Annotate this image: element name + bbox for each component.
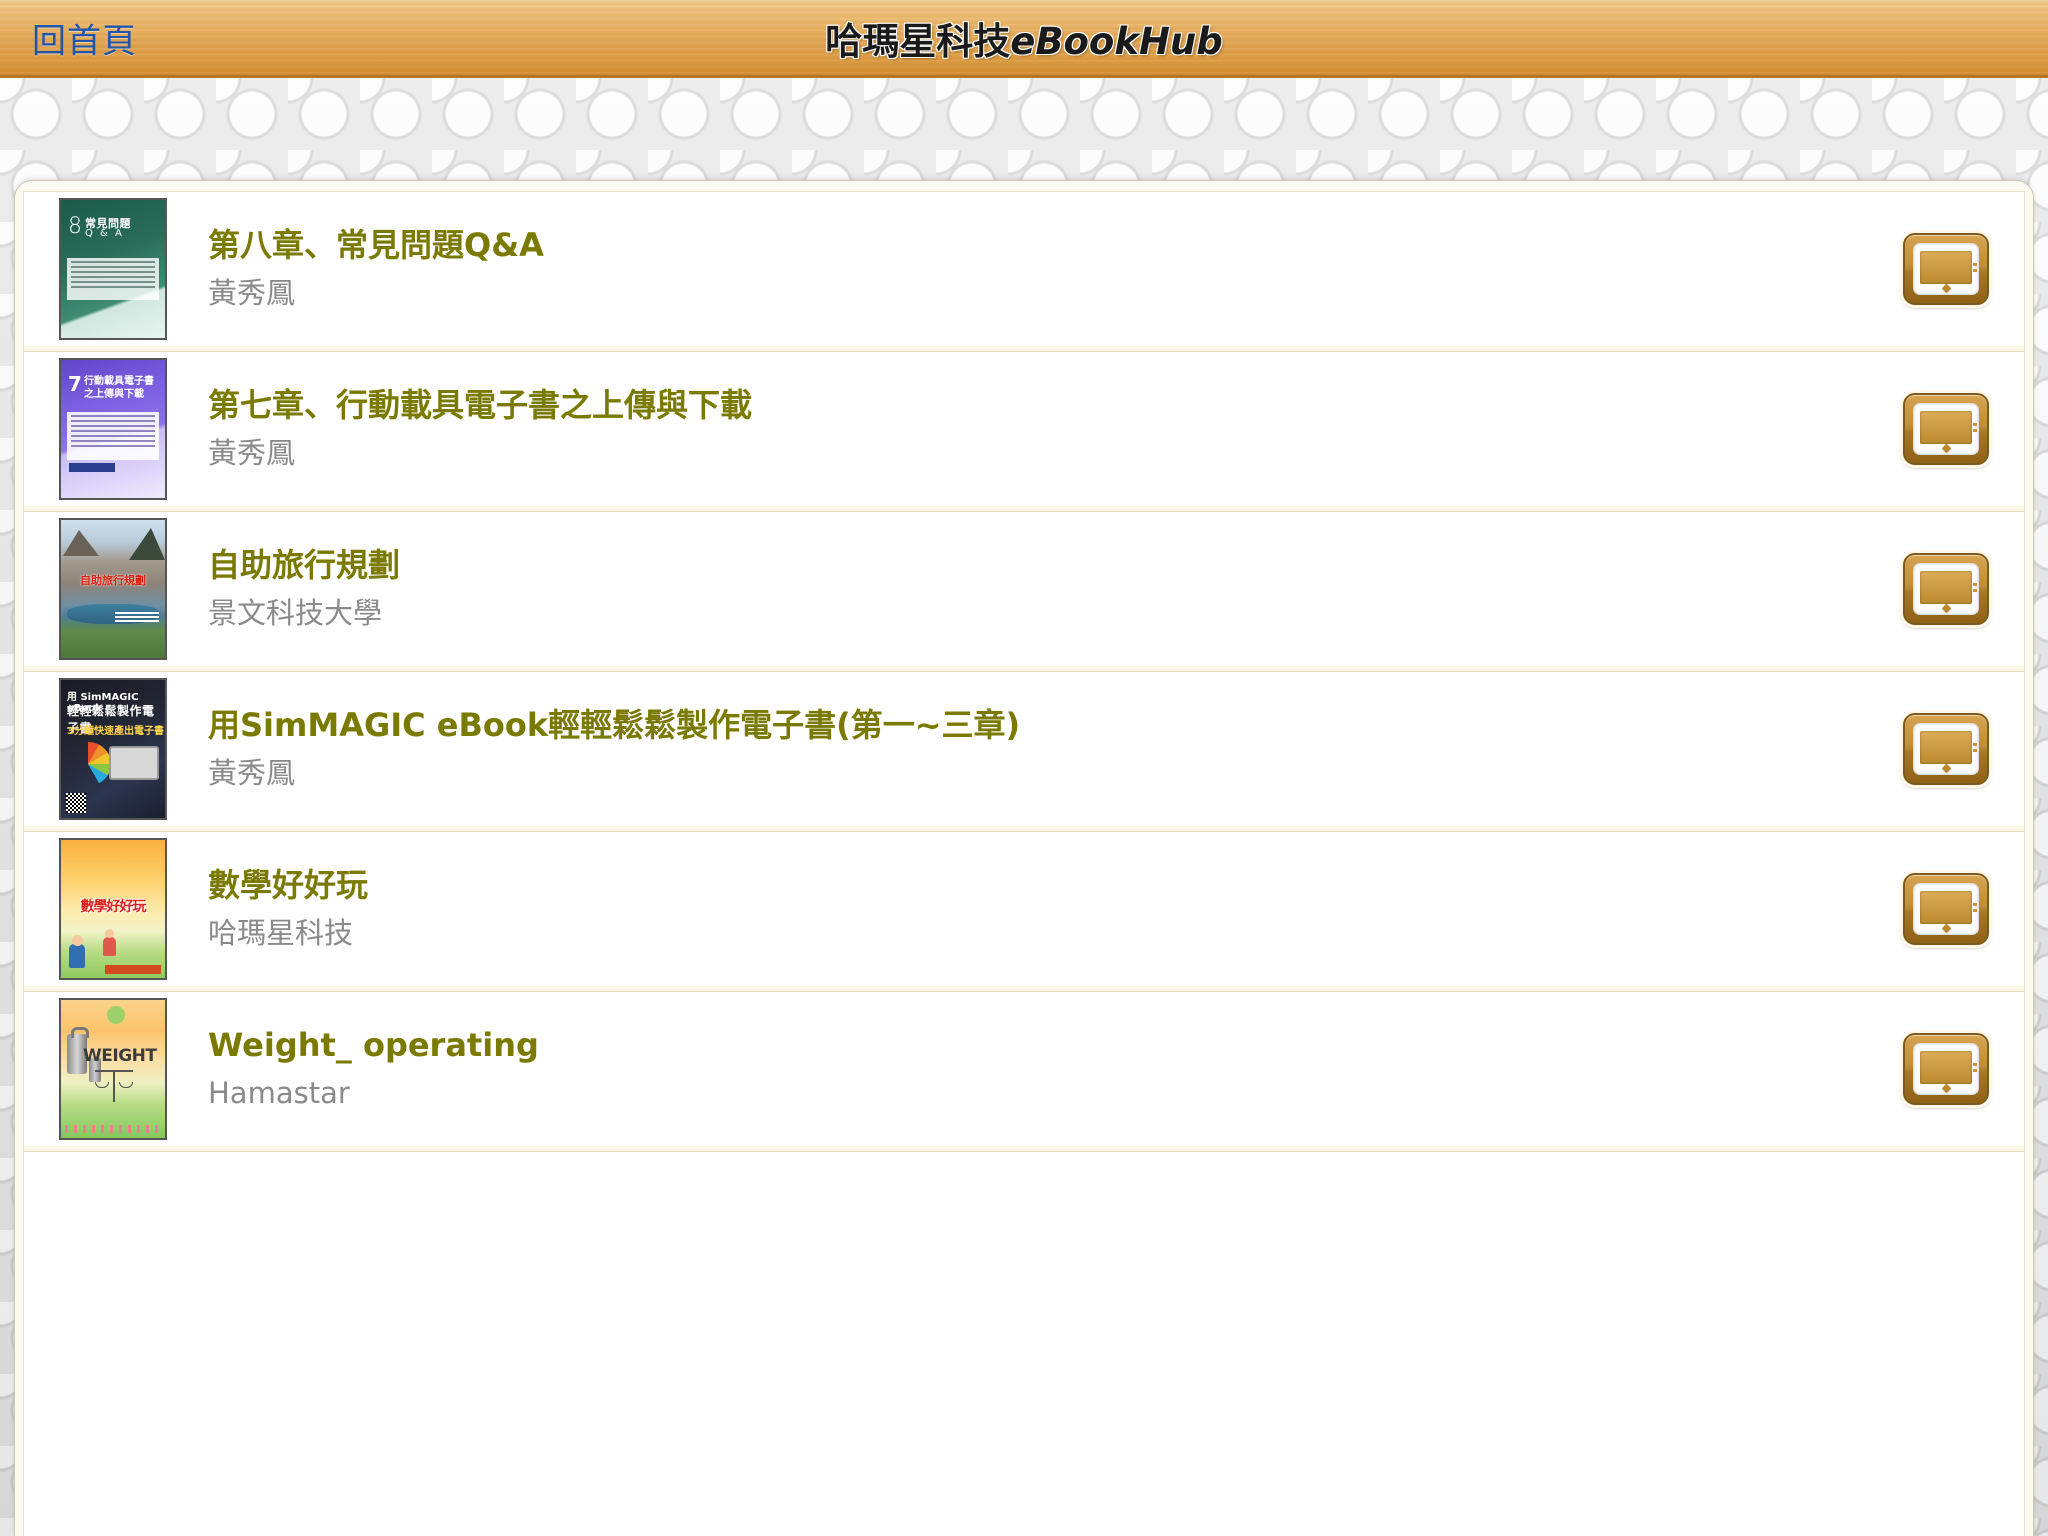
cover-image-travel: 自助旅行規劃 <box>59 518 167 660</box>
cover-line1: WEIGHT <box>83 1046 157 1066</box>
tablet-speaker-icon <box>1973 903 1977 906</box>
book-list-panel: 8 常見問題 Q & A 第八章、常見問題Q&A 黃秀鳳 7 行動載具電子書 之… <box>14 180 2034 1536</box>
book-cover-thumbnail[interactable]: 自助旅行規劃 <box>54 518 172 660</box>
lake-shape <box>67 604 159 624</box>
tablet-speaker-icon <box>1973 583 1977 586</box>
book-cover-thumbnail[interactable]: 數學好好玩 <box>54 838 172 980</box>
tablet-screen-icon <box>1920 891 1972 924</box>
tablet-screen-icon <box>1920 571 1972 604</box>
book-cover-thumbnail[interactable]: 用 SimMAGIC eBook 輕輕鬆鬆製作電子書 3分鐘快速產出電子書 <box>54 678 172 820</box>
read-button[interactable] <box>1903 233 1989 305</box>
app-header: 回首頁 哈瑪星科技eBookHub <box>0 0 2048 78</box>
list-item[interactable]: 用 SimMAGIC eBook 輕輕鬆鬆製作電子書 3分鐘快速產出電子書 用S… <box>24 672 2024 832</box>
scale-pan-icon <box>119 1082 133 1088</box>
scale-pan-icon <box>95 1082 109 1088</box>
cover-line3: 3分鐘快速產出電子書 <box>67 726 164 737</box>
cover-image-weight: WEIGHT <box>59 998 167 1140</box>
cover-badge <box>69 463 115 472</box>
tablet-screen-icon <box>1920 1051 1972 1084</box>
balance-scale-icon <box>95 1070 133 1102</box>
list-item[interactable]: 自助旅行規劃 自助旅行規劃 景文科技大學 <box>24 512 2024 672</box>
cover-image-mobile: 7 行動載具電子書 之上傳與下載 <box>59 358 167 500</box>
tablet-speaker-icon <box>1973 263 1977 266</box>
list-empty-area <box>24 1152 2024 1536</box>
book-cover-thumbnail[interactable]: 7 行動載具電子書 之上傳與下載 <box>54 358 172 500</box>
book-title: 自助旅行規劃 <box>208 545 401 584</box>
read-button-cell <box>1876 393 2016 465</box>
child-figure-icon <box>69 935 85 968</box>
book-info: 數學好好玩 哈瑪星科技 <box>172 865 1876 953</box>
book-author: 黃秀鳳 <box>208 755 296 790</box>
book-author: 黃秀鳳 <box>208 435 296 470</box>
cover-image-math: 數學好好玩 <box>59 838 167 980</box>
book-list[interactable]: 8 常見問題 Q & A 第八章、常見問題Q&A 黃秀鳳 7 行動載具電子書 之… <box>23 191 2025 1536</box>
list-item[interactable]: 7 行動載具電子書 之上傳與下載 第七章、行動載具電子書之上傳與下載 黃秀鳳 <box>24 352 2024 512</box>
read-button-cell <box>1876 233 2016 305</box>
read-button[interactable] <box>1903 873 1989 945</box>
book-title: Weight_ operating <box>208 1025 539 1064</box>
tablet-speaker-icon <box>1973 423 1977 426</box>
book-title: 數學好好玩 <box>208 865 369 904</box>
list-item[interactable]: WEIGHT Weight_ operating Hamastar <box>24 992 2024 1152</box>
cover-line2: Q & A <box>85 228 124 239</box>
cover-line1: 數學好好玩 <box>80 899 147 915</box>
page-title: 哈瑪星科技eBookHub <box>0 11 2048 65</box>
book-author: 景文科技大學 <box>208 595 383 630</box>
book-author: Hamastar <box>208 1075 350 1110</box>
cover-number: 8 <box>68 214 82 239</box>
book-cover-thumbnail[interactable]: WEIGHT <box>54 998 172 1140</box>
read-button-cell <box>1876 553 2016 625</box>
book-title: 用SimMAGIC eBook輕輕鬆鬆製作電子書(第一~三章) <box>208 705 1021 744</box>
read-button[interactable] <box>1903 553 1989 625</box>
cover-line2: 之上傳與下載 <box>84 389 144 400</box>
page-title-en: eBookHub <box>1010 19 1223 63</box>
book-info: 第七章、行動載具電子書之上傳與下載 黃秀鳳 <box>172 385 1876 473</box>
mountain-icon <box>129 528 165 560</box>
cover-body-text <box>67 258 159 300</box>
book-title: 第八章、常見問題Q&A <box>208 225 544 264</box>
read-button-cell <box>1876 873 2016 945</box>
read-button-cell <box>1876 713 2016 785</box>
tablet-screen-icon <box>1920 251 1972 284</box>
tablet-screen-icon <box>1920 411 1972 444</box>
read-button-cell <box>1876 1033 2016 1105</box>
cover-footer-bar <box>105 965 161 974</box>
child-figure-icon <box>103 929 116 956</box>
list-item[interactable]: 8 常見問題 Q & A 第八章、常見問題Q&A 黃秀鳳 <box>24 192 2024 352</box>
book-info: Weight_ operating Hamastar <box>172 1025 1876 1113</box>
book-cover-thumbnail[interactable]: 8 常見問題 Q & A <box>54 198 172 340</box>
cover-body-text <box>67 412 159 460</box>
read-button[interactable] <box>1903 1033 1989 1105</box>
page-title-cn: 哈瑪星科技 <box>825 19 1011 63</box>
cover-image-qa: 8 常見問題 Q & A <box>59 198 167 340</box>
tablet-screen-icon <box>1920 731 1972 764</box>
flower-row-graphic <box>65 1125 161 1133</box>
read-button[interactable] <box>1903 393 1989 465</box>
qr-code-icon <box>66 793 86 813</box>
book-info: 用SimMAGIC eBook輕輕鬆鬆製作電子書(第一~三章) 黃秀鳳 <box>172 705 1876 793</box>
book-info: 自助旅行規劃 景文科技大學 <box>172 545 1876 633</box>
cover-caption <box>115 612 159 614</box>
mountain-icon <box>63 530 99 556</box>
tablet-speaker-icon <box>1973 1063 1977 1066</box>
color-fan-graphic <box>65 742 111 786</box>
cover-logo-icon <box>107 1006 125 1024</box>
tablet-speaker-icon <box>1973 743 1977 746</box>
book-info: 第八章、常見問題Q&A 黃秀鳳 <box>172 225 1876 313</box>
read-button[interactable] <box>1903 713 1989 785</box>
cover-line1: 自助旅行規劃 <box>80 574 146 587</box>
book-author: 黃秀鳳 <box>208 275 296 310</box>
book-title: 第七章、行動載具電子書之上傳與下載 <box>208 385 753 424</box>
cover-number: 7 <box>68 372 82 396</box>
list-item[interactable]: 數學好好玩 數學好好玩 哈瑪星科技 <box>24 832 2024 992</box>
cover-image-simmagic: 用 SimMAGIC eBook 輕輕鬆鬆製作電子書 3分鐘快速產出電子書 <box>59 678 167 820</box>
book-author: 哈瑪星科技 <box>208 915 354 950</box>
tablet-graphic <box>109 746 159 780</box>
